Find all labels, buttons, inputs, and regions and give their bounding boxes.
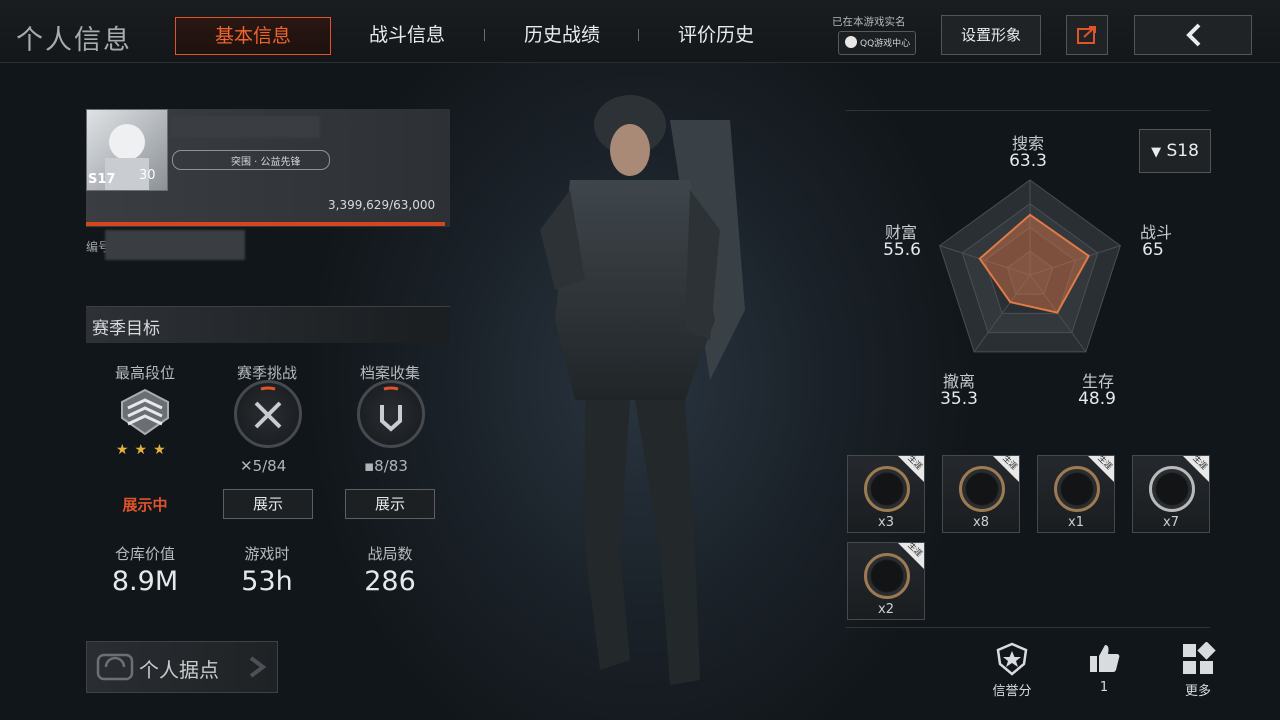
season-badge: S17 — [88, 172, 116, 187]
thumbs-up-icon — [1090, 645, 1120, 672]
career-item[interactable]: 生涯 x7 — [1132, 454, 1210, 533]
season-challenge-icon — [234, 380, 302, 448]
radar-value-combat: 65 — [1142, 240, 1164, 260]
item-count: x1 — [1068, 515, 1084, 530]
radar-value-survival: 48.9 — [1078, 389, 1116, 409]
player-id-redacted — [105, 230, 245, 260]
archive-collection-icon — [357, 380, 425, 448]
ability-radar-chart — [939, 179, 1121, 353]
career-item[interactable]: 生涯 x2 — [847, 541, 925, 620]
realname-text: 已在本游戏实名 — [832, 16, 906, 28]
like-button[interactable]: 1 — [1082, 642, 1126, 695]
tab-divider — [638, 29, 639, 41]
season-select-dropdown[interactable]: ▼ S18 — [1139, 129, 1211, 173]
player-name-redacted — [170, 116, 320, 138]
rank-badge-icon — [121, 388, 169, 436]
radar-value-search: 63.3 — [1009, 151, 1047, 171]
exp-progress-bar — [86, 222, 445, 226]
tab-battle-info[interactable]: 战斗信息 — [345, 17, 469, 53]
like-count: 1 — [1099, 680, 1109, 695]
set-image-button[interactable]: 设置形象 — [941, 15, 1041, 55]
personal-base-label: 个人据点 — [139, 658, 219, 682]
tab-history-record[interactable]: 历史战绩 — [500, 17, 624, 53]
rank-stars-icon: ★★★ — [116, 442, 172, 458]
shield-star-icon — [996, 642, 1028, 676]
season-goals-header: 赛季目标 — [86, 306, 450, 343]
chevron-right-icon — [249, 656, 267, 678]
item-count: x7 — [1163, 515, 1179, 530]
top-bar: 个人信息 基本信息 战斗信息 历史战绩 评价历史 已在本游戏实名 QQ游戏中心 … — [0, 0, 1280, 63]
title-tag-text: 突围 · 公益先锋 — [231, 157, 301, 168]
season-goals-title: 赛季目标 — [92, 319, 160, 339]
radar-value-wealth: 55.6 — [883, 240, 921, 260]
top-rank-label: 最高段位 — [114, 364, 175, 382]
tab-basic-info[interactable]: 基本信息 — [175, 17, 331, 55]
tab-divider — [484, 29, 485, 41]
season-challenge-count: 5/84 — [252, 457, 287, 475]
back-button[interactable] — [1134, 15, 1252, 55]
play-time-value: 53h — [241, 566, 293, 597]
radar-value-extract: 35.3 — [940, 389, 978, 409]
archive-collection-count: 8/83 — [374, 457, 408, 475]
chevron-down-icon: ▼ — [1151, 145, 1162, 160]
share-button[interactable] — [1066, 15, 1108, 55]
divider — [846, 627, 1210, 628]
exp-text: 3,399,629/63,000 — [328, 198, 436, 212]
warehouse-value-label: 仓库价值 — [114, 545, 175, 563]
qq-badge-label: QQ游戏中心 — [860, 39, 911, 49]
reputation-button[interactable]: 信誉分 — [986, 642, 1038, 699]
tab-review-history[interactable]: 评价历史 — [654, 17, 778, 53]
title-tag: 突围 · 公益先锋 — [172, 150, 330, 170]
reputation-label: 信誉分 — [992, 684, 1032, 699]
play-time-label: 游戏时 — [244, 545, 290, 563]
qq-center-badge[interactable]: QQ游戏中心 — [838, 31, 916, 55]
show-challenge-button[interactable]: 展示 — [223, 489, 313, 519]
season-select-value: S18 — [1166, 141, 1199, 161]
personal-base-button[interactable]: 个人据点 — [86, 641, 278, 693]
page-title: 个人信息 — [16, 25, 132, 56]
item-count: x8 — [973, 515, 989, 530]
archive-collection-progress: ▪8/83 — [364, 457, 408, 475]
career-item[interactable]: 生涯 x3 — [847, 454, 925, 533]
share-icon — [1077, 26, 1096, 44]
career-item[interactable]: 生涯 x1 — [1037, 454, 1115, 533]
chevron-left-icon — [1186, 23, 1201, 47]
career-item[interactable]: 生涯 x8 — [942, 454, 1020, 533]
more-button[interactable]: 更多 — [1172, 641, 1224, 699]
match-count-value: 286 — [364, 566, 416, 597]
divider — [846, 110, 1210, 111]
season-challenge-progress: ✕5/84 — [240, 457, 287, 475]
warehouse-value: 8.9M — [111, 566, 179, 597]
more-label: 更多 — [1184, 684, 1211, 699]
grid-icon — [1183, 641, 1216, 674]
match-count-label: 战局数 — [367, 545, 413, 563]
base-icon — [96, 653, 134, 681]
item-count: x2 — [878, 602, 894, 617]
item-count: x3 — [878, 515, 894, 530]
character-model — [540, 95, 745, 685]
player-level: 30 — [139, 168, 156, 183]
showing-status: 展示中 — [122, 496, 168, 514]
qq-icon — [845, 36, 857, 48]
show-archive-button[interactable]: 展示 — [345, 489, 435, 519]
